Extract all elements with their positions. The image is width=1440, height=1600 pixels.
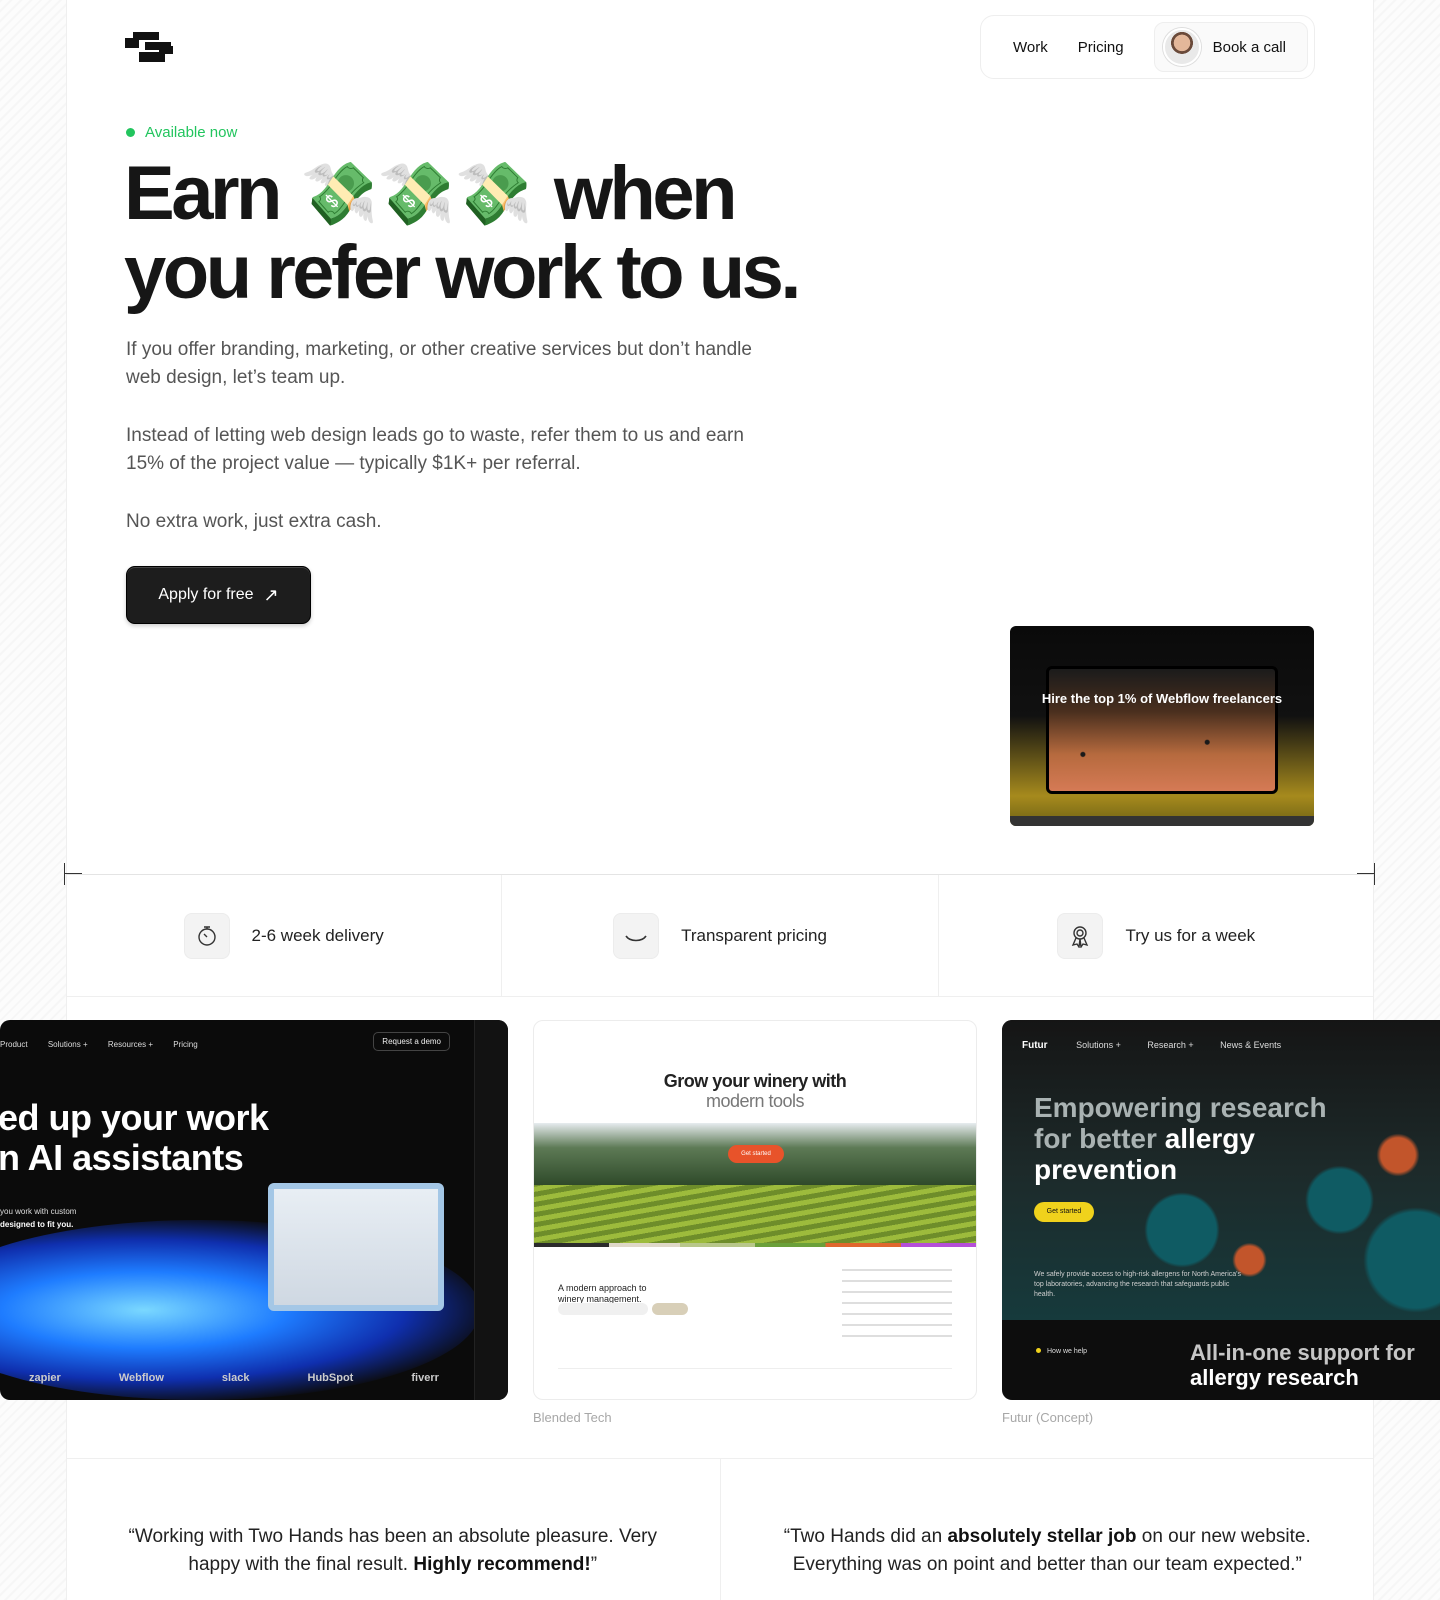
card2-cta: Get started [728, 1145, 784, 1163]
card3-headline-part: for better [1034, 1123, 1157, 1154]
money-with-wings-icon: 💸💸💸 [300, 160, 533, 229]
feature-trial: Try us for a week [939, 875, 1374, 996]
feature-pricing-label: Transparent pricing [681, 925, 827, 945]
card3-headline-line: Empowering research [1034, 1092, 1327, 1123]
testimonial-2: “Two Hands did an absolutely stellar job… [721, 1459, 1375, 1600]
card1-nav-item: Resources + [107, 1040, 153, 1049]
card2-footer-text: A modern approach to winery management. [558, 1283, 647, 1304]
card3-bottom-line: All-in-one support for [1190, 1340, 1415, 1365]
card1-headline-line: ed up your work [0, 1097, 269, 1138]
availability-label: Available now [145, 124, 238, 141]
card1-subtext: you work with custom designed to fit you… [0, 1205, 76, 1231]
card1-headline-line: n AI assistants [0, 1137, 244, 1178]
hero-paragraph-3: No extra work, just extra cash. [126, 511, 382, 532]
preview-screen [1046, 666, 1278, 794]
card1-nav: Product Solutions + Resources + Pricing [0, 1040, 216, 1049]
card1-side-rail [474, 1020, 508, 1400]
caption-blended-tech: Blended Tech [533, 1410, 612, 1425]
hero-word-when: when [553, 151, 738, 236]
card1-nav-item: Solutions + [47, 1040, 88, 1049]
stopwatch-icon [183, 912, 230, 959]
ruler-tick-left [64, 863, 82, 885]
card1-sub-line: you work with custom [0, 1207, 77, 1216]
hero-paragraph-1: If you offer branding, marketing, or oth… [126, 339, 752, 388]
fiverr-logo: fiverr [411, 1372, 439, 1384]
card1-nav-item: Pricing [173, 1040, 198, 1049]
hero-word-earn: Earn [124, 151, 282, 236]
feature-trial-label: Try us for a week [1125, 925, 1256, 945]
card1-nav-item: Product [0, 1040, 28, 1049]
portfolio-card-ai-assistants[interactable]: Product Solutions + Resources + Pricing … [0, 1020, 508, 1400]
smile-icon [613, 912, 660, 959]
hero-line-2: you refer work to us. [124, 230, 802, 315]
nav-pricing-link[interactable]: Pricing [1078, 39, 1124, 56]
slack-logo: slack [221, 1372, 250, 1384]
card3-headline: Empowering research for better allergy p… [1034, 1092, 1354, 1185]
features-row: 2-6 week delivery Transparent pricing Tr… [66, 875, 1374, 997]
project-preview-thumbnail[interactable]: Hire the top 1% of Webflow freelancers [1010, 626, 1314, 826]
quote-emphasis: absolutely stellar job [947, 1526, 1137, 1547]
card3-get-started: Get started [1034, 1202, 1094, 1222]
testimonials-row: “Working with Two Hands has been an abso… [66, 1458, 1374, 1600]
card2-footer-divider [558, 1368, 952, 1369]
portfolio-card-futur[interactable]: Futur Solutions + Research + News & Even… [1002, 1020, 1440, 1400]
card3-headline-line: prevention [1034, 1154, 1178, 1185]
testimonial-1-text: “Working with Two Hands has been an abso… [113, 1523, 673, 1600]
card3-body: We safely provide access to high-risk al… [1034, 1271, 1242, 1298]
card2-footer-columns [842, 1269, 952, 1339]
portfolio-card-blended-tech[interactable]: Grow your winery with modern tools Get s… [533, 1020, 977, 1400]
feature-delivery-label: 2-6 week delivery [251, 925, 384, 945]
zapier-logo: zapier [29, 1372, 61, 1384]
status-dot-icon [126, 128, 135, 137]
card2-title: Grow your winery with [663, 1071, 847, 1091]
apply-for-free-button[interactable]: Apply for free ↗ [126, 566, 311, 624]
card2-email-input [558, 1303, 648, 1315]
nav-work-link[interactable]: Work [1013, 39, 1048, 56]
futur-brand: Futur [1022, 1040, 1048, 1051]
card3-headline-part: allergy [1164, 1123, 1255, 1154]
card1-headline: ed up your work n AI assistants [0, 1098, 269, 1178]
hero-paragraph-2: Instead of letting web design leads go t… [126, 425, 744, 474]
apply-label: Apply for free [158, 586, 254, 603]
brand-logo-icon[interactable] [125, 32, 173, 62]
arrow-up-right-icon: ↗ [263, 584, 279, 605]
card2-subscribe-button [652, 1303, 688, 1315]
top-nav: Work Pricing Book a call [980, 15, 1315, 79]
card1-sub-line: designed to fit you. [0, 1220, 74, 1229]
preview-title: Hire the top 1% of Webflow freelancers [1041, 691, 1283, 706]
testimonial-2-text: “Two Hands did an absolutely stellar job… [767, 1523, 1327, 1600]
card1-demo-button: Request a demo [373, 1032, 450, 1051]
card3-help-label: How we help [1047, 1348, 1088, 1355]
award-icon [1057, 912, 1104, 959]
card2-color-stripe [534, 1243, 976, 1247]
ruler-tick-right [1357, 863, 1375, 885]
card3-nav-item: News & Events [1220, 1040, 1282, 1050]
quote-text: ” [590, 1554, 598, 1575]
card3-bottom-headline: All-in-one support for allergy research [1190, 1340, 1415, 1390]
quote-text: “Two Hands did an [783, 1526, 948, 1547]
webflow-logo: Webflow [118, 1372, 164, 1384]
feature-pricing: Transparent pricing [502, 875, 939, 996]
card3-bottom-line: allergy research [1190, 1365, 1359, 1390]
availability-status: Available now [126, 124, 237, 141]
book-call-button[interactable]: Book a call [1153, 22, 1308, 72]
hubspot-logo: HubSpot [307, 1372, 354, 1384]
card3-nav-item: Solutions + [1076, 1040, 1121, 1050]
card1-logo-strip: zapier Webflow slack HubSpot fiverr [0, 1372, 468, 1384]
avatar [1162, 28, 1201, 66]
preview-bottom-bar [1010, 816, 1314, 826]
hero-heading: Earn 💸💸💸 when you refer work to us. [124, 155, 884, 312]
card3-nav-item: Research + [1147, 1040, 1194, 1050]
quote-emphasis: Highly recommend! [413, 1554, 591, 1575]
card2-subtitle: modern tools [705, 1091, 805, 1111]
feature-delivery: 2-6 week delivery [66, 875, 503, 996]
card1-chat-mockup [268, 1183, 444, 1311]
card3-nav: Futur Solutions + Research + News & Even… [1022, 1040, 1305, 1051]
book-call-label: Book a call [1212, 38, 1286, 56]
caption-futur: Futur (Concept) [1002, 1410, 1094, 1425]
testimonial-1: “Working with Two Hands has been an abso… [66, 1459, 721, 1600]
card3-help-link: How we help [1036, 1348, 1087, 1355]
